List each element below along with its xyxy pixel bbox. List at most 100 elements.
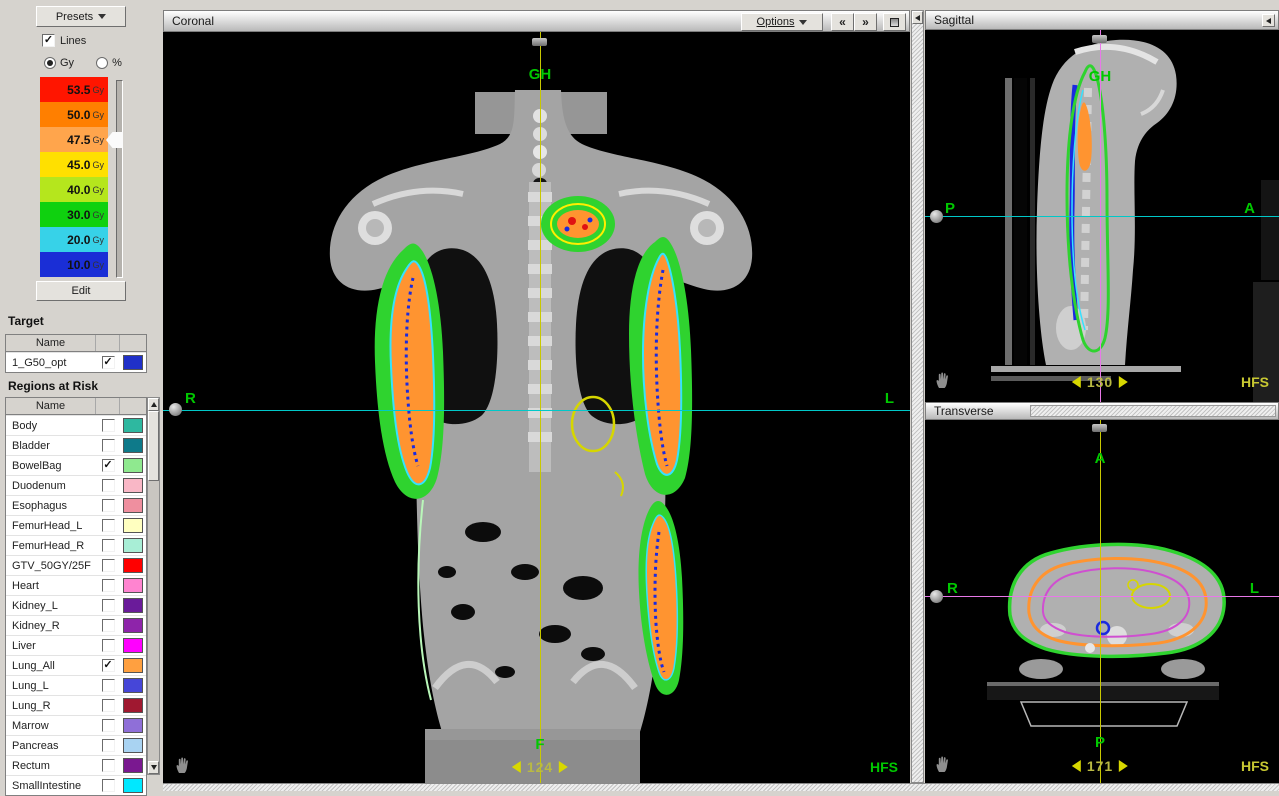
dose-level-row[interactable]: 45.0Gy xyxy=(40,152,108,177)
next-slice-icon[interactable] xyxy=(559,761,568,773)
pan-hand-icon[interactable] xyxy=(173,755,193,775)
regions-scrollbar[interactable] xyxy=(147,397,160,775)
edit-button[interactable]: Edit xyxy=(36,281,126,301)
region-color-swatch[interactable] xyxy=(123,598,143,613)
unit-percent-radio[interactable] xyxy=(96,57,108,69)
region-visibility-checkbox[interactable] xyxy=(102,539,115,552)
region-color-swatch[interactable] xyxy=(123,558,143,573)
options-button[interactable]: Options xyxy=(741,13,823,31)
crosshair-drag-handle[interactable] xyxy=(930,210,943,223)
region-color-swatch[interactable] xyxy=(123,458,143,473)
lines-checkbox[interactable]: ✓ xyxy=(42,34,55,47)
regions-scrollbar-thumb[interactable] xyxy=(148,411,159,481)
region-visibility-checkbox[interactable] xyxy=(102,739,115,752)
dose-level-row[interactable]: 53.5Gy xyxy=(40,77,108,102)
region-row[interactable]: Lung_L xyxy=(6,675,146,695)
region-color-swatch[interactable] xyxy=(123,718,143,733)
dose-slider-thumb[interactable] xyxy=(106,132,123,148)
region-row[interactable]: Lung_R xyxy=(6,695,146,715)
region-row[interactable]: SmallIntestine xyxy=(6,775,146,795)
dose-level-row[interactable]: 10.0Gy xyxy=(40,252,108,277)
prev-slice-icon[interactable] xyxy=(512,761,521,773)
region-color-swatch[interactable] xyxy=(123,618,143,633)
plane-rotate-handle[interactable] xyxy=(1092,424,1107,432)
region-color-swatch[interactable] xyxy=(123,538,143,553)
coronal-view[interactable]: GH R L F 124 HFS xyxy=(163,32,910,783)
pan-hand-icon[interactable] xyxy=(933,370,953,390)
region-color-swatch[interactable] xyxy=(123,438,143,453)
region-row[interactable]: Lung_All✓ xyxy=(6,655,146,675)
region-visibility-checkbox[interactable] xyxy=(102,699,115,712)
dose-level-row[interactable]: 20.0Gy xyxy=(40,227,108,252)
region-row[interactable]: Heart xyxy=(6,575,146,595)
region-row[interactable]: Duodenum xyxy=(6,475,146,495)
prev-slice-icon[interactable] xyxy=(1072,376,1081,388)
region-color-swatch[interactable] xyxy=(123,738,143,753)
dose-level-row[interactable]: 50.0Gy xyxy=(40,102,108,127)
region-visibility-checkbox[interactable] xyxy=(102,599,115,612)
region-visibility-checkbox[interactable] xyxy=(102,759,115,772)
dose-level-row[interactable]: 30.0Gy xyxy=(40,202,108,227)
region-visibility-checkbox[interactable] xyxy=(102,779,115,792)
prev-slice-icon[interactable] xyxy=(1072,760,1081,772)
scroll-down-button[interactable] xyxy=(148,761,159,774)
sagittal-collapse-button[interactable] xyxy=(1262,14,1275,27)
region-color-swatch[interactable] xyxy=(123,498,143,513)
bottom-slider-strip[interactable] xyxy=(163,783,1279,791)
region-visibility-checkbox[interactable]: ✓ xyxy=(102,459,115,472)
transverse-plane-line[interactable] xyxy=(925,216,1279,217)
region-visibility-checkbox[interactable] xyxy=(102,419,115,432)
transverse-slice-slider[interactable] xyxy=(1030,405,1276,417)
region-row[interactable]: FemurHead_L xyxy=(6,515,146,535)
next-slice-icon[interactable] xyxy=(1119,376,1128,388)
target-visibility-checkbox[interactable]: ✓ xyxy=(102,356,115,369)
region-row[interactable]: Esophagus xyxy=(6,495,146,515)
sagittal-view[interactable]: GH P A 130 HFS xyxy=(925,30,1279,402)
pan-hand-icon[interactable] xyxy=(933,754,953,774)
region-row[interactable]: Kidney_R xyxy=(6,615,146,635)
target-color-swatch[interactable] xyxy=(123,355,143,370)
region-color-swatch[interactable] xyxy=(123,698,143,713)
region-row[interactable]: Body xyxy=(6,415,146,435)
region-visibility-checkbox[interactable] xyxy=(102,499,115,512)
region-row[interactable]: BowelBag✓ xyxy=(6,455,146,475)
region-row[interactable]: FemurHead_R xyxy=(6,535,146,555)
region-visibility-checkbox[interactable] xyxy=(102,439,115,452)
divider-collapse-button[interactable] xyxy=(912,11,923,24)
region-visibility-checkbox[interactable] xyxy=(102,519,115,532)
region-color-swatch[interactable] xyxy=(123,418,143,433)
region-visibility-checkbox[interactable] xyxy=(102,559,115,572)
region-color-swatch[interactable] xyxy=(123,578,143,593)
display-mode-button[interactable] xyxy=(883,13,906,31)
region-row[interactable]: Pancreas xyxy=(6,735,146,755)
region-row[interactable]: GTV_50GY/25F xyxy=(6,555,146,575)
region-color-swatch[interactable] xyxy=(123,678,143,693)
coronal-plane-line[interactable] xyxy=(1100,420,1101,783)
plane-rotate-handle[interactable] xyxy=(1092,35,1107,43)
unit-gy-radio[interactable] xyxy=(44,57,56,69)
region-visibility-checkbox[interactable] xyxy=(102,619,115,632)
next-views-button[interactable]: » xyxy=(854,13,877,31)
region-row[interactable]: Bladder xyxy=(6,435,146,455)
panel-divider-scrollbar[interactable] xyxy=(911,10,924,783)
transverse-view[interactable]: A R L P 171 HFS xyxy=(925,420,1279,783)
region-color-swatch[interactable] xyxy=(123,478,143,493)
dose-level-row[interactable]: 47.5Gy xyxy=(40,127,108,152)
sagittal-plane-line[interactable] xyxy=(925,596,1279,597)
plane-rotate-handle[interactable] xyxy=(532,38,547,46)
region-visibility-checkbox[interactable]: ✓ xyxy=(102,659,115,672)
sagittal-plane-line[interactable] xyxy=(540,32,541,783)
dose-slider-track[interactable] xyxy=(116,80,123,278)
region-color-swatch[interactable] xyxy=(123,658,143,673)
region-visibility-checkbox[interactable] xyxy=(102,579,115,592)
crosshair-drag-handle[interactable] xyxy=(169,403,182,416)
target-row[interactable]: 1_G50_opt ✓ xyxy=(6,352,146,372)
prev-views-button[interactable]: « xyxy=(831,13,854,31)
region-row[interactable]: Rectum xyxy=(6,755,146,775)
region-color-swatch[interactable] xyxy=(123,518,143,533)
next-slice-icon[interactable] xyxy=(1119,760,1128,772)
region-row[interactable]: Kidney_L xyxy=(6,595,146,615)
region-visibility-checkbox[interactable] xyxy=(102,479,115,492)
region-row[interactable]: Marrow xyxy=(6,715,146,735)
presets-button[interactable]: Presets xyxy=(36,6,126,27)
